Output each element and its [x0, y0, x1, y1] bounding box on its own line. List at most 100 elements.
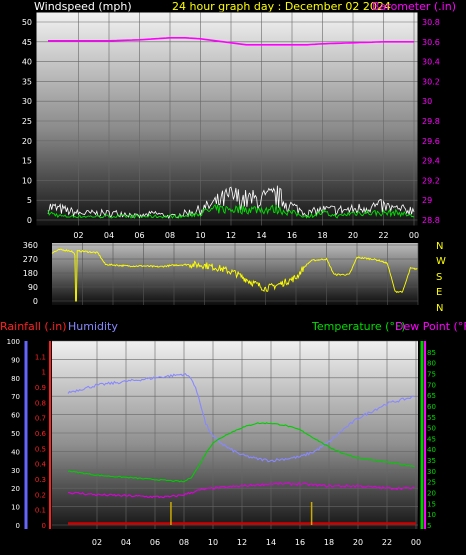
x-tick-label-bottom: 06 [150, 538, 160, 547]
temperature-tick-label: 5 [427, 522, 431, 530]
compass-label-n-top: N [436, 241, 443, 252]
barometer-tick-label: 29.4 [422, 157, 440, 166]
rainfall-tick-label: 0.2 [35, 491, 46, 499]
temperature-tick-label: 70 [427, 381, 436, 389]
temperature-tick-label: 10 [427, 511, 436, 519]
temperature-tick-label: 20 [427, 490, 436, 498]
x-tick-label-bottom: 16 [295, 538, 305, 547]
wind-tick-label: 0 [27, 216, 32, 225]
direction-tick-label: 270 [23, 255, 38, 264]
x-tick-label-bottom: 14 [266, 538, 276, 547]
humidity-tick-label: 70 [11, 393, 20, 401]
wind-tick-label: 30 [22, 97, 32, 106]
barometer-tick-label: 29.2 [422, 176, 440, 185]
compass-label-w: W [436, 256, 446, 267]
rainfall-tick-label: 1 [42, 369, 46, 377]
direction-tick-label: 360 [23, 241, 38, 250]
x-tick-label: 02 [73, 231, 83, 240]
direction-tick-label: 90 [28, 283, 38, 292]
x-tick-label: 22 [378, 231, 388, 240]
compass-label-e: E [436, 287, 442, 298]
chart-title: 24 hour graph day : December 02 2024 [172, 0, 391, 13]
x-tick-label: 04 [104, 231, 114, 240]
humidity-tick-label: 60 [11, 412, 20, 420]
wind-tick-label: 40 [22, 58, 32, 67]
wind-tick-label: 5 [27, 196, 32, 205]
compass-label-s: S [436, 272, 442, 283]
wind-tick-label: 15 [22, 157, 32, 166]
barometer-tick-label: 30 [422, 97, 432, 106]
rainfall-tick-label: 0.3 [35, 476, 46, 484]
rainfall-tick-label: 0.7 [35, 415, 46, 423]
barometer-tick-label: 29.6 [422, 137, 440, 146]
x-tick-label: 10 [195, 231, 205, 240]
humidity-tick-label: 40 [11, 448, 20, 456]
temperature-axis-title: Temperature (°F) [311, 320, 406, 333]
temperature-tick-label: 50 [427, 425, 436, 433]
temperature-tick-label: 35 [427, 457, 436, 465]
x-tick-label: 06 [134, 231, 144, 240]
x-tick-label-bottom: 08 [179, 538, 189, 547]
barometer-tick-label: 30.4 [422, 58, 440, 67]
x-tick-label: 18 [317, 231, 327, 240]
x-tick-label: 14 [256, 231, 266, 240]
temperature-tick-label: 25 [427, 479, 436, 487]
barometer-tick-label: 29.8 [422, 117, 440, 126]
compass-label-n-bottom: N [436, 303, 443, 314]
x-tick-label-bottom: 10 [208, 538, 218, 547]
x-tick-label-bottom: 04 [121, 538, 131, 547]
rainfall-axis-title: Rainfall (.in) [0, 320, 67, 333]
climate-panel [52, 341, 418, 529]
temperature-tick-label: 45 [427, 435, 436, 443]
dewpoint-axis-title: Dew Point (°F) [395, 320, 466, 333]
humidity-tick-label: 30 [11, 467, 20, 475]
humidity-tick-label: 20 [11, 485, 20, 493]
rainfall-tick-label: 0 [42, 522, 46, 530]
barometer-tick-label: 30.6 [422, 38, 440, 47]
temperature-tick-label: 55 [427, 414, 436, 422]
wind-tick-label: 35 [22, 77, 32, 86]
temperature-tick-label: 75 [427, 370, 436, 378]
x-tick-label-bottom: 00 [411, 538, 421, 547]
rainfall-tick-label: 0.6 [35, 430, 47, 438]
temperature-tick-label: 85 [427, 349, 436, 357]
x-tick-label: 00 [409, 231, 419, 240]
x-tick-label-bottom: 12 [237, 538, 247, 547]
rainfall-tick-label: 0.8 [35, 399, 46, 407]
x-tick-label-bottom: 20 [353, 538, 363, 547]
barometer-tick-label: 28.8 [422, 216, 440, 225]
x-tick-label: 12 [226, 231, 236, 240]
barometer-tick-label: 30.2 [422, 77, 440, 86]
x-tick-label-bottom: 02 [92, 538, 102, 547]
wind-tick-label: 45 [22, 38, 32, 47]
x-tick-label-bottom: 22 [382, 538, 392, 547]
wind-tick-label: 50 [22, 18, 32, 27]
rainfall-tick-label: 0.4 [35, 461, 47, 469]
rainfall-tick-label: 0.1 [35, 507, 46, 515]
barometer-tick-label: 30.8 [422, 18, 440, 27]
humidity-tick-label: 0 [16, 522, 20, 530]
humidity-tick-label: 10 [11, 504, 20, 512]
humidity-tick-label: 90 [11, 356, 20, 364]
temperature-tick-label: 60 [427, 403, 436, 411]
humidity-tick-label: 50 [11, 430, 20, 438]
x-tick-label: 20 [348, 231, 358, 240]
direction-tick-label: 0 [33, 297, 38, 306]
wind-axis-title: Windspeed (mph) [34, 0, 132, 13]
temperature-tick-label: 40 [427, 446, 436, 454]
temperature-tick-label: 65 [427, 392, 436, 400]
wind-tick-label: 10 [22, 176, 32, 185]
wind-tick-label: 20 [22, 137, 32, 146]
barometer-axis-title: Barometer (.in) [372, 0, 456, 13]
x-tick-label-bottom: 18 [324, 538, 334, 547]
temperature-tick-label: 30 [427, 468, 436, 476]
humidity-tick-label: 100 [7, 338, 20, 346]
barometer-tick-label: 29 [422, 196, 432, 205]
humidity-axis-title: Humidity [68, 320, 118, 333]
weather-graph: Windspeed (mph) 24 hour graph day : Dece… [0, 0, 466, 547]
wind-tick-label: 25 [22, 117, 32, 126]
temperature-tick-label: 15 [427, 500, 436, 508]
x-tick-label: 16 [287, 231, 297, 240]
x-tick-label: 08 [165, 231, 175, 240]
rainfall-tick-label: 0.5 [35, 445, 46, 453]
